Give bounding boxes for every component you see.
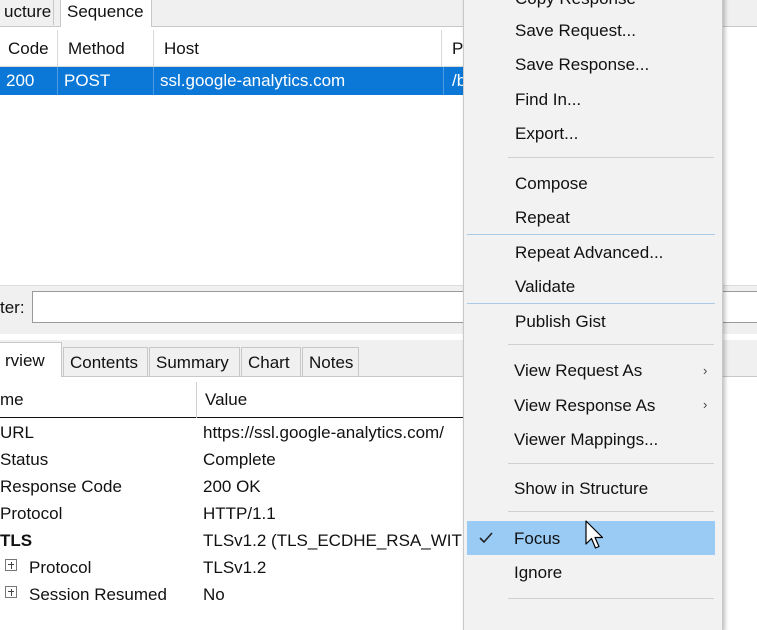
cell-code: 200 (0, 67, 58, 95)
grid-name-session-resumed: Session Resumed (29, 585, 167, 604)
grid-name-tls[interactable]: TLS (0, 527, 32, 554)
tab-overview[interactable]: rview (0, 342, 62, 377)
grid-name-status: Status (0, 450, 49, 469)
column-header-code[interactable]: Code (0, 30, 58, 66)
menu-item-repeat[interactable]: Repeat (515, 203, 570, 233)
menu-item-focus[interactable]: Focus (514, 524, 560, 554)
menu-item-validate[interactable]: Validate (515, 272, 575, 302)
menu-item-compose[interactable]: Compose (515, 169, 588, 199)
tab-summary[interactable]: Summary (149, 347, 240, 376)
grid-value-tls: TLSv1.2 (TLS_ECDHE_RSA_WITH_A (203, 531, 495, 550)
menu-item-export[interactable]: Export... (515, 119, 578, 149)
menu-item-publish-gist[interactable]: Publish Gist (515, 307, 606, 337)
menu-separator (508, 344, 714, 345)
grid-name-url: URL (0, 423, 35, 442)
cell-method: POST (58, 67, 154, 95)
tab-notes[interactable]: Notes (302, 347, 359, 376)
tab-structure[interactable]: ucture (0, 0, 54, 25)
menu-separator (467, 234, 715, 235)
grid-name-tls-protocol: Protocol (29, 558, 92, 577)
checkmark-icon (477, 529, 495, 547)
menu-item-save-request[interactable]: Save Request... (515, 16, 636, 46)
menu-item-find-in[interactable]: Find In... (515, 85, 581, 115)
grid-header-value[interactable]: Value (197, 382, 463, 418)
expand-plus-icon[interactable] (5, 586, 17, 598)
menu-separator (467, 303, 715, 304)
grid-value-tls-protocol: TLSv1.2 (203, 558, 267, 577)
column-header-host[interactable]: Host (156, 30, 442, 66)
menu-separator (508, 157, 714, 158)
expand-plus-icon[interactable] (5, 559, 17, 571)
column-header-method[interactable]: Method (60, 30, 154, 66)
grid-header-name[interactable]: me (0, 382, 196, 418)
menu-separator (508, 511, 714, 512)
menu-item-save-response[interactable]: Save Response... (515, 50, 649, 80)
tab-sequence[interactable]: Sequence (60, 0, 152, 27)
menu-item-copy-response[interactable]: Copy Response (515, 0, 636, 14)
menu-item-show-in-structure[interactable]: Show in Structure (514, 474, 648, 504)
grid-value-response-code: 200 OK (203, 477, 261, 496)
grid-name-response-code: Response Code (0, 477, 122, 496)
menu-item-repeat-advanced[interactable]: Repeat Advanced... (515, 238, 663, 268)
filter-label: ter: (0, 298, 25, 317)
grid-value-session-resumed: No (203, 585, 225, 604)
tab-contents[interactable]: Contents (63, 347, 148, 376)
menu-separator (508, 598, 714, 599)
submenu-arrow-icon: › (703, 363, 708, 378)
submenu-arrow-icon: › (703, 397, 708, 412)
menu-item-view-request-as[interactable]: View Request As (514, 356, 642, 386)
tab-chart[interactable]: Chart (241, 347, 301, 376)
grid-value-status: Complete (203, 450, 276, 469)
menu-separator (508, 463, 714, 464)
grid-value-url: https://ssl.google-analytics.com/ (203, 423, 444, 442)
cell-host: ssl.google-analytics.com (154, 67, 444, 95)
menu-item-viewer-mappings[interactable]: Viewer Mappings... (514, 425, 658, 455)
menu-item-ignore[interactable]: Ignore (514, 558, 562, 588)
grid-name-protocol: Protocol (0, 504, 63, 523)
mouse-cursor-icon (585, 520, 605, 550)
menu-item-view-response-as[interactable]: View Response As (514, 391, 655, 421)
grid-value-protocol: HTTP/1.1 (203, 504, 276, 523)
